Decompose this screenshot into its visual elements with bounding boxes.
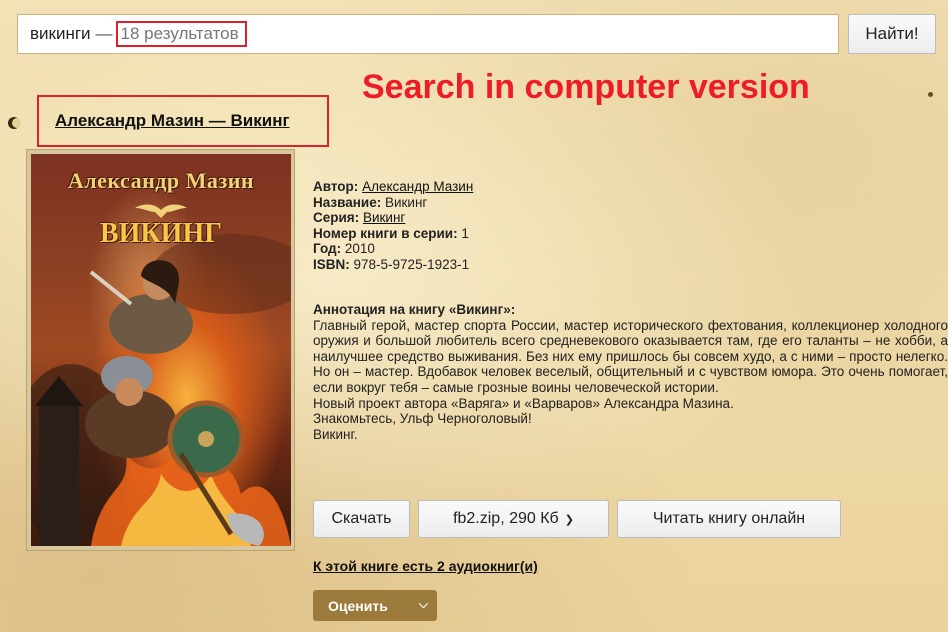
chevron-down-icon: ⌵: [418, 597, 428, 611]
meta-series-row: Серия: Викинг: [313, 210, 473, 226]
meta-year-value: 2010: [344, 241, 375, 257]
format-label: fb2.zip, 290 Кб: [453, 510, 559, 527]
meta-name-label: Название:: [313, 194, 382, 210]
annotation-line: Новый проект автора «Варяга» и «Варваров…: [313, 395, 734, 411]
meta-author-row: Автор: Александр Мазин: [313, 179, 473, 195]
book-annotation: Аннотация на книгу «Викинг»: Главный гер…: [313, 302, 948, 442]
meta-name-row: Название: Викинг: [313, 195, 473, 211]
book-cover-image[interactable]: Александр Мазин ВИКИНГ: [31, 154, 291, 546]
rate-button[interactable]: Оценить ⌵: [313, 590, 437, 621]
cover-title-text: ВИКИНГ: [99, 218, 223, 249]
meta-year-row: Год: 2010: [313, 241, 473, 257]
chevron-down-icon: ❯: [564, 513, 574, 526]
audiobooks-link[interactable]: К этой книге есть 2 аудиокниг(и): [313, 558, 538, 574]
meta-isbn-row: ISBN: 978-5-9725-1923-1: [313, 257, 473, 273]
moon-icon: [8, 117, 20, 129]
cover-author-text: Александр Мазин: [67, 168, 255, 193]
meta-series-label: Серия:: [313, 210, 360, 226]
annotation-line: Викинг.: [313, 426, 358, 442]
book-title-highlight: Александр Мазин — Викинг: [37, 95, 329, 147]
read-online-button[interactable]: Читать книгу онлайн: [617, 500, 841, 538]
decorative-dot: [928, 92, 933, 97]
book-title-link[interactable]: Александр Мазин — Викинг: [55, 111, 290, 131]
annotation-line: Знакомьтесь, Ульф Черноголовый!: [313, 411, 532, 427]
search-dash: —: [95, 24, 113, 43]
meta-author-link[interactable]: Александр Мазин: [362, 179, 473, 194]
meta-isbn-label: ISBN:: [313, 256, 350, 272]
annotation-paragraph: Главный герой, мастер спорта России, мас…: [313, 317, 948, 395]
meta-name-value: Викинг: [384, 194, 428, 210]
search-input[interactable]: викинги — 18 результатов: [17, 14, 839, 54]
annotation-banner: Search in computer version: [362, 68, 810, 106]
search-button[interactable]: Найти!: [848, 14, 936, 54]
meta-series-number-value: 1: [461, 225, 469, 241]
eagle-emblem-icon: [135, 204, 187, 218]
meta-isbn-value: 978-5-9725-1923-1: [353, 256, 470, 272]
search-result-count: 18 результатов: [115, 21, 247, 47]
meta-year-label: Год:: [313, 241, 342, 257]
meta-author-label: Автор:: [313, 179, 359, 194]
download-button[interactable]: Скачать: [313, 500, 410, 538]
meta-series-number-row: Номер книги в серии: 1: [313, 226, 473, 242]
annotation-heading: Аннотация на книгу «Викинг»:: [313, 302, 516, 317]
rate-label: Оценить: [328, 597, 388, 614]
search-query-text: викинги: [30, 24, 91, 43]
book-metadata: Автор: Александр Мазин Название: Викинг …: [313, 179, 473, 273]
format-dropdown[interactable]: fb2.zip, 290 Кб ❯: [418, 500, 609, 538]
meta-series-number-label: Номер книги в серии:: [313, 225, 458, 241]
meta-series-link[interactable]: Викинг: [363, 210, 405, 225]
